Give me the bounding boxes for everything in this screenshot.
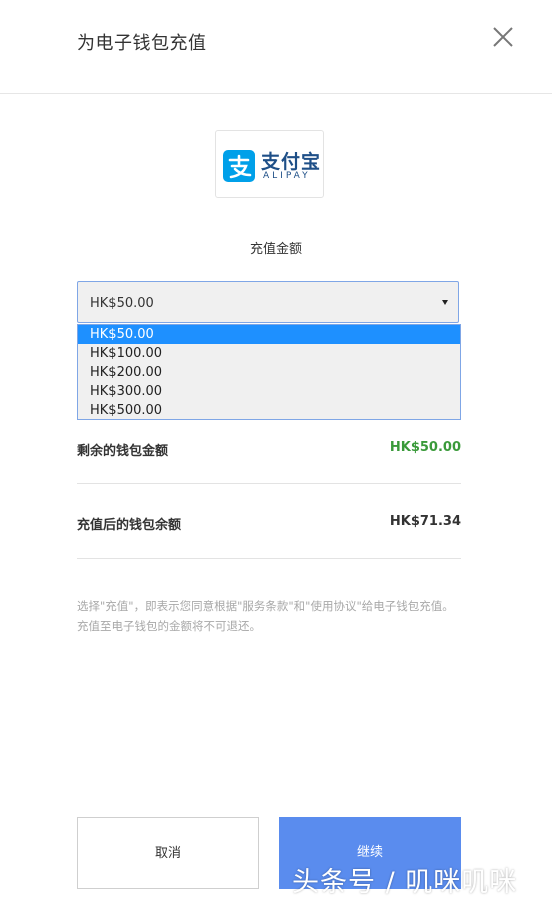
alipay-name-cn: 支付宝	[261, 151, 322, 173]
remaining-balance-value: HK$50.00	[389, 440, 461, 455]
amount-label: 充值金额	[249, 242, 302, 257]
alipay-logo: 支付宝 ALIPAY	[215, 130, 324, 198]
after-balance-label: 充值后的钱包余额	[77, 518, 182, 533]
remaining-balance-row: 剩余的钱包金额 HK$50.00	[77, 440, 461, 460]
amount-option[interactable]: HK$100.00	[78, 344, 460, 363]
amount-option[interactable]: HK$200.00	[78, 363, 460, 382]
amount-select[interactable]: HK$50.00	[77, 281, 459, 323]
amount-options-list: HK$50.00 HK$100.00 HK$200.00 HK$300.00 H…	[77, 324, 461, 420]
refund-notice-line: 充值至电子钱包的金额将不可退还。	[77, 619, 261, 633]
after-balance-value: HK$71.34	[389, 514, 461, 529]
alipay-mark-icon	[223, 150, 255, 182]
amount-option[interactable]: HK$300.00	[78, 382, 460, 401]
terms-notice-line: 选择"充值"，即表示您同意根据"服务条款"和"使用协议"给电子钱包充值。	[77, 599, 454, 613]
dialog-header: 为电子钱包充值	[0, 0, 552, 94]
dialog-title: 为电子钱包充值	[77, 33, 207, 54]
terms-notice: 选择"充值"，即表示您同意根据"服务条款"和"使用协议"给电子钱包充值。 充值至…	[77, 596, 457, 636]
amount-option[interactable]: HK$50.00	[78, 325, 460, 344]
amount-select-value: HK$50.00	[90, 296, 154, 311]
after-balance-row: 充值后的钱包余额 HK$71.34	[77, 514, 461, 534]
alipay-name-en: ALIPAY	[263, 171, 311, 181]
close-icon[interactable]	[490, 24, 516, 50]
divider	[77, 483, 461, 484]
divider	[77, 558, 461, 559]
remaining-balance-label: 剩余的钱包金额	[77, 444, 169, 459]
amount-option[interactable]: HK$500.00	[78, 401, 460, 420]
watermark-text: 头条号 / 叽咪叽咪	[292, 867, 518, 898]
cancel-button[interactable]: 取消	[77, 817, 259, 889]
dropdown-arrow-icon	[442, 300, 448, 305]
